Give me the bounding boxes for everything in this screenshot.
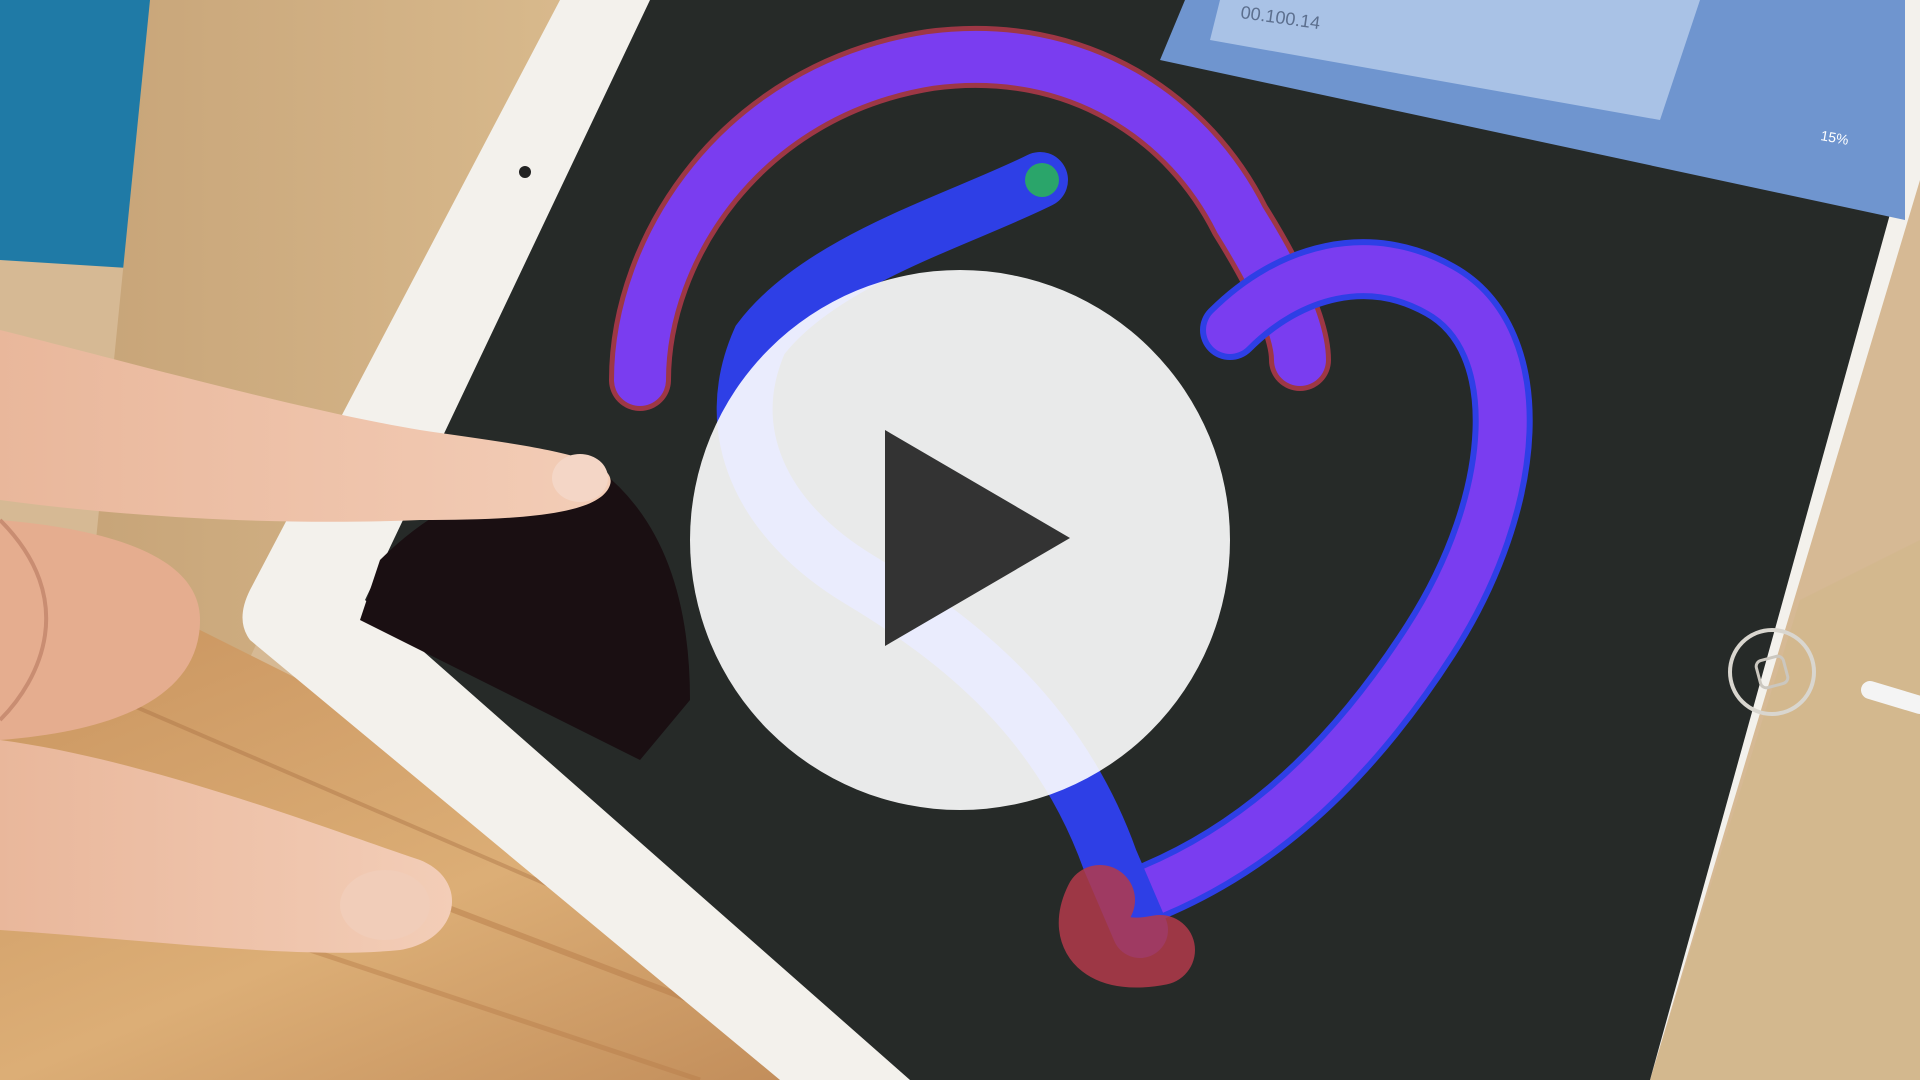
play-button[interactable] bbox=[690, 270, 1230, 810]
video-player[interactable]: 00.100.14 15% bbox=[0, 0, 1920, 1080]
play-icon bbox=[885, 430, 1070, 646]
